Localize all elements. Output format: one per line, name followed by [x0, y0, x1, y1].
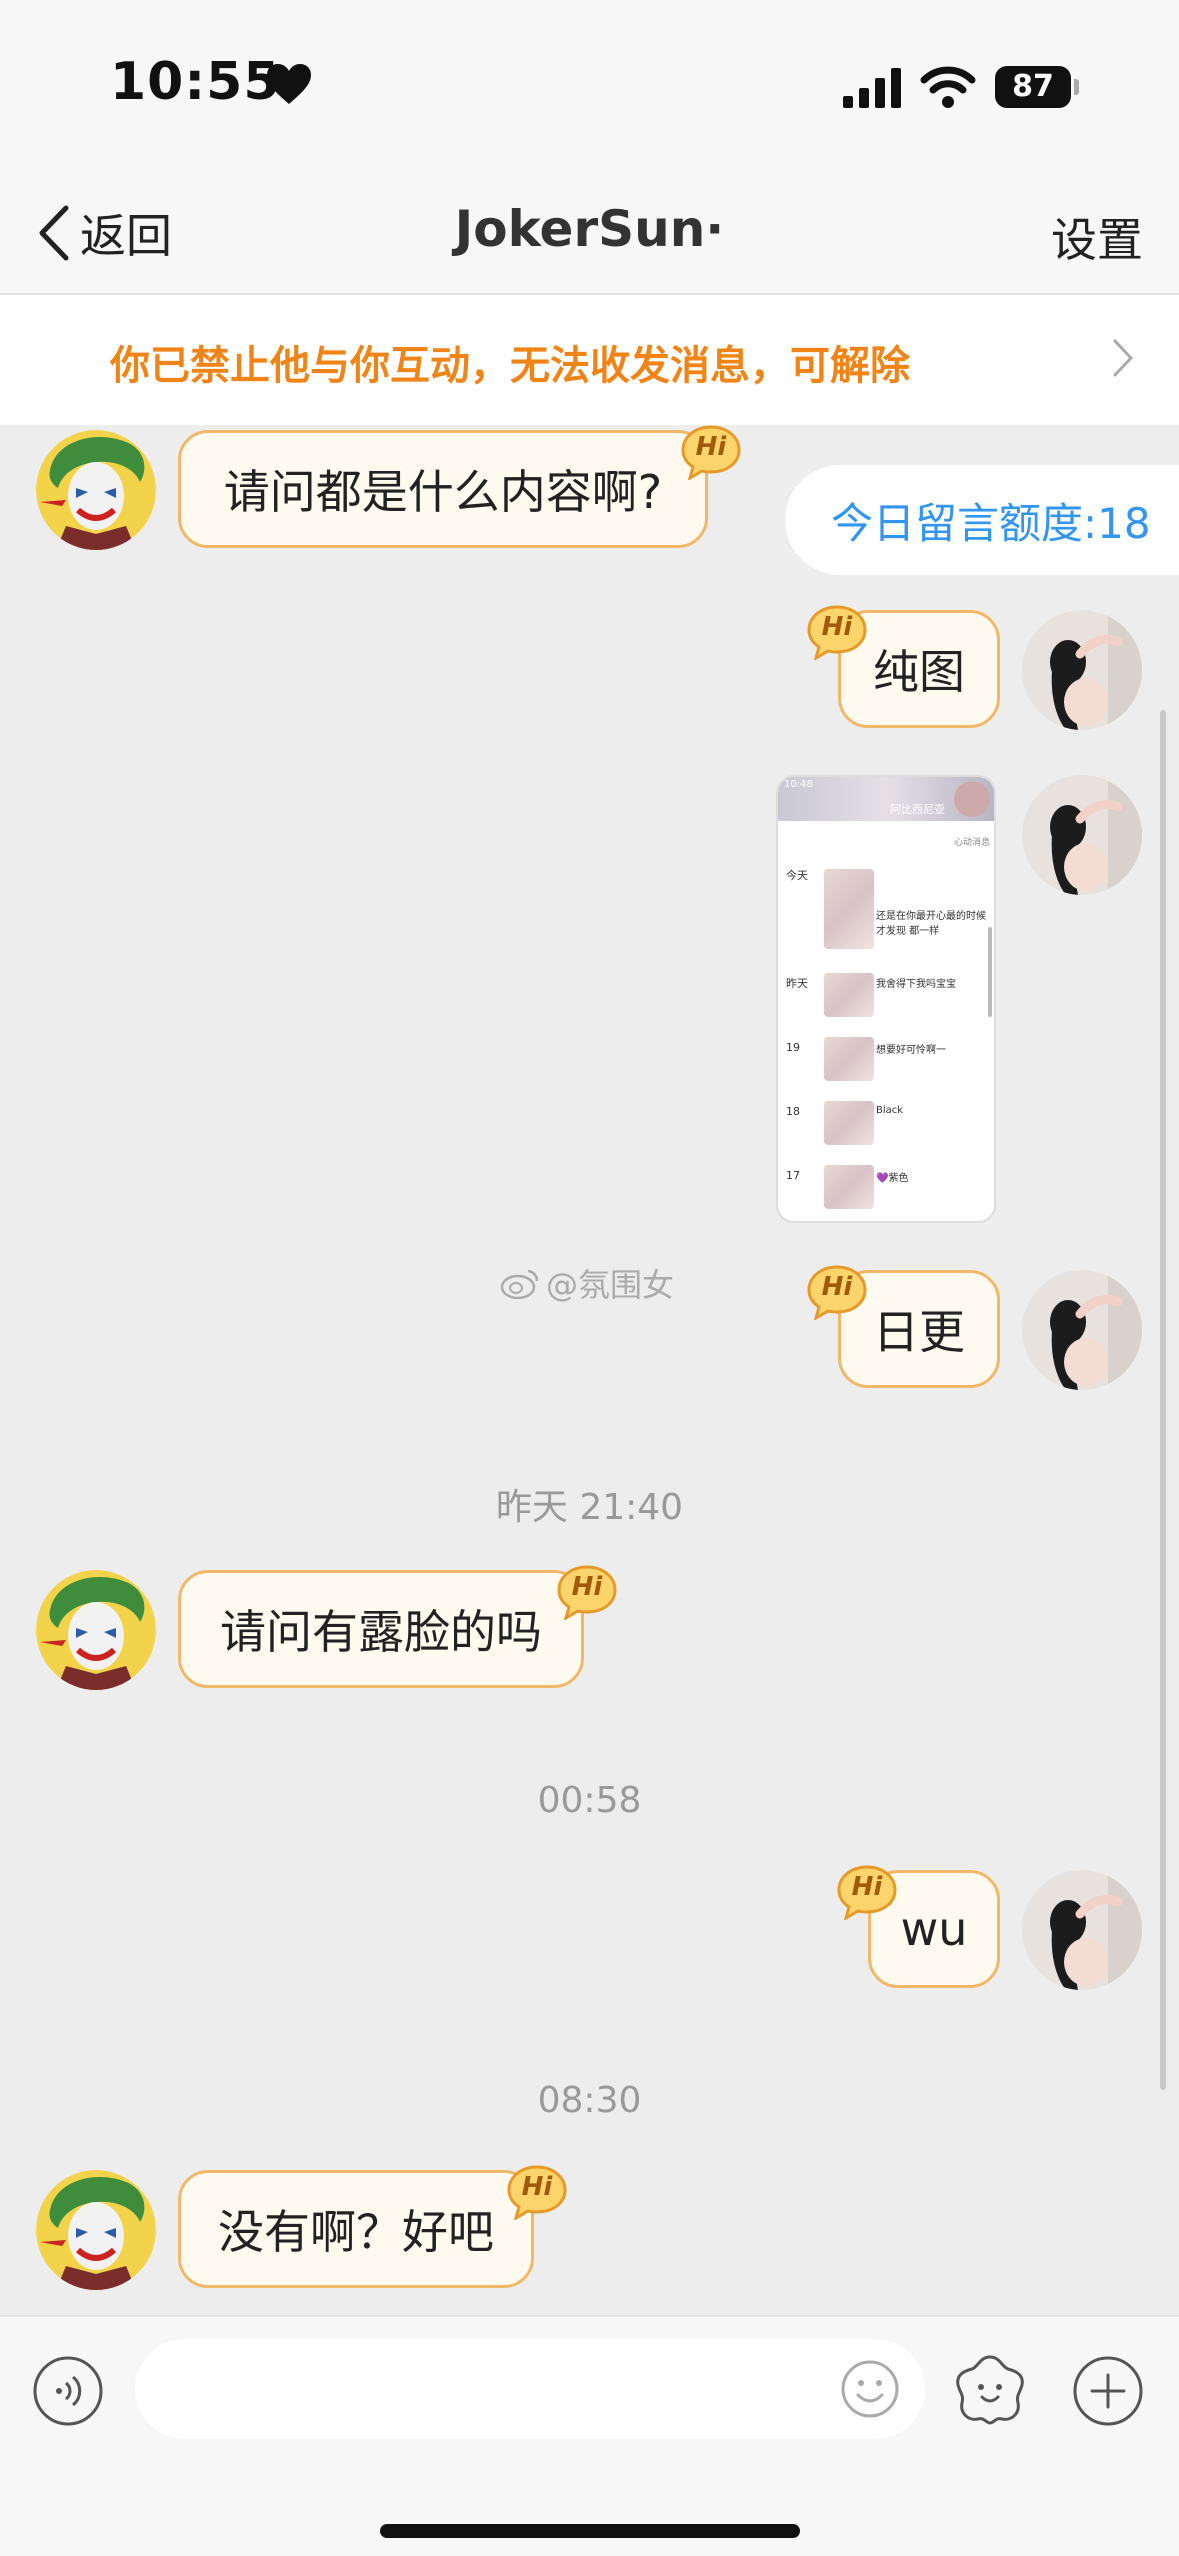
my-avatar[interactable]: [1022, 775, 1142, 895]
input-bar: [0, 2315, 1179, 2556]
message-text: 日更: [873, 1305, 965, 1359]
chat-title: JokerSun·: [454, 200, 725, 258]
hi-badge-icon: Hi: [506, 2164, 568, 2220]
message-bubble-incoming[interactable]: 没有啊？好吧: [178, 2170, 534, 2288]
contact-avatar[interactable]: [36, 430, 156, 550]
my-avatar[interactable]: [1022, 1870, 1142, 1990]
image-message[interactable]: 10:48 阿比西尼亚 心动消息 今天 还是在你最开心最的时候 才发现 都一样 …: [776, 775, 996, 1223]
hi-badge-icon: Hi: [680, 424, 742, 480]
message-text: 请问都是什么内容啊?: [223, 465, 663, 519]
heart-icon: [267, 64, 311, 104]
nav-bar: 返回 JokerSun· 设置: [0, 170, 1179, 295]
settings-button[interactable]: 设置: [1051, 204, 1143, 270]
wifi-icon: [920, 66, 976, 108]
banner-text: 你已禁止他与你互动，无法收发消息，可解除: [110, 343, 910, 389]
home-indicator[interactable]: [380, 2524, 800, 2538]
weibo-icon: [500, 1269, 539, 1299]
timestamp: 昨天 21:40: [495, 1487, 684, 1528]
contact-avatar[interactable]: [36, 2170, 156, 2290]
my-avatar[interactable]: [1022, 1270, 1142, 1390]
my-avatar[interactable]: [1022, 610, 1142, 730]
sticker-icon[interactable]: [952, 2353, 1028, 2427]
message-bubble-incoming[interactable]: 请问都是什么内容啊?: [178, 430, 708, 548]
plus-icon[interactable]: [1072, 2355, 1144, 2427]
hi-badge-icon: Hi: [806, 604, 868, 660]
status-time: 10:55: [110, 52, 281, 112]
battery-indicator: 87: [995, 66, 1079, 108]
signal-icon: [843, 68, 901, 108]
message-input[interactable]: [135, 2339, 925, 2439]
message-quota-badge: 今日留言额度:18: [785, 465, 1179, 575]
message-text: wu: [900, 1902, 968, 1956]
watermark: @氛围女: [500, 1260, 674, 1306]
contact-avatar[interactable]: [36, 1570, 156, 1690]
voice-icon[interactable]: [32, 2355, 104, 2427]
message-text: 纯图: [873, 645, 965, 699]
hi-badge-icon: Hi: [806, 1264, 868, 1320]
status-bar: 10:55 87: [0, 0, 1179, 170]
battery-level: 87: [995, 66, 1071, 108]
hi-badge-icon: Hi: [836, 1864, 898, 1920]
emoji-icon[interactable]: [840, 2359, 900, 2419]
timestamp: 00:58: [537, 1780, 642, 1821]
hi-badge-icon: Hi: [556, 1564, 618, 1620]
timestamp: 08:30: [537, 2080, 642, 2121]
blocked-banner[interactable]: 你已禁止他与你互动，无法收发消息，可解除: [0, 295, 1179, 425]
message-text: 没有啊？好吧: [218, 2205, 494, 2259]
scrollbar[interactable]: [1160, 710, 1166, 2090]
chevron-right-icon: [1113, 339, 1134, 377]
message-text: 请问有露脸的吗: [220, 1605, 542, 1659]
message-bubble-incoming[interactable]: 请问有露脸的吗: [178, 1570, 584, 1688]
